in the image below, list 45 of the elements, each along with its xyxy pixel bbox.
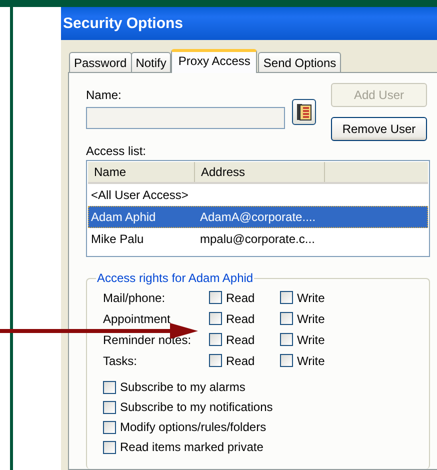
checkbox-label: Write	[297, 312, 325, 326]
checkbox[interactable]	[103, 420, 116, 434]
list-row[interactable]: <All User Access>	[88, 184, 428, 206]
address-book-button[interactable]	[292, 99, 316, 125]
group-title: Access rights for Adam Aphid	[96, 271, 254, 285]
checkbox-label: Subscribe to my alarms	[120, 380, 246, 394]
checkbox[interactable]	[103, 400, 116, 414]
tab[interactable]: Notify	[130, 52, 172, 72]
column-header[interactable]: Address	[195, 162, 325, 182]
checkbox[interactable]	[280, 291, 293, 304]
right-label: Tasks:	[103, 354, 138, 368]
right-label: Reminder notes:	[103, 332, 192, 346]
right-label: Mail/phone:	[103, 290, 166, 304]
checkbox-label: Modify options/rules/folders	[120, 420, 266, 434]
remove-user-button[interactable]: Remove User	[331, 117, 427, 141]
address-book-icon	[296, 103, 312, 121]
checkbox-label: Read	[226, 290, 255, 304]
checkbox[interactable]	[280, 333, 293, 346]
window-title: Security Options	[61, 7, 437, 40]
checkbox[interactable]	[209, 312, 222, 325]
checkbox-label: Read	[226, 354, 255, 368]
column-header[interactable]: Name	[88, 162, 195, 182]
name-field[interactable]	[86, 107, 285, 129]
checkbox[interactable]	[280, 312, 293, 325]
checkbox-label: Write	[297, 290, 325, 304]
checkbox[interactable]	[209, 333, 222, 346]
checkbox-label: Write	[297, 354, 325, 368]
checkbox[interactable]	[103, 440, 116, 454]
checkbox[interactable]	[209, 354, 222, 367]
checkbox-label: Read	[226, 332, 255, 346]
checkbox-label: Read	[226, 312, 255, 326]
list-row[interactable]: Mike Palu mpalu@corporate.c...	[88, 228, 428, 250]
right-label: Appointment	[103, 312, 172, 326]
checkbox-label: Subscribe to my notifications	[120, 400, 273, 414]
checkbox-label: Write	[297, 332, 325, 346]
checkbox[interactable]	[103, 380, 116, 394]
list-row[interactable]: Adam Aphid AdamA@corporate....	[88, 206, 428, 228]
tab[interactable]: Send Options	[258, 52, 342, 72]
tab[interactable]: Password	[69, 52, 132, 72]
checkbox[interactable]	[209, 291, 222, 304]
checkbox-label: Read items marked private	[120, 440, 264, 454]
access-list-label: Access list:	[86, 144, 148, 158]
name-label: Name:	[86, 88, 122, 102]
checkbox[interactable]	[280, 354, 293, 367]
tab[interactable]: Proxy Access	[171, 49, 258, 73]
